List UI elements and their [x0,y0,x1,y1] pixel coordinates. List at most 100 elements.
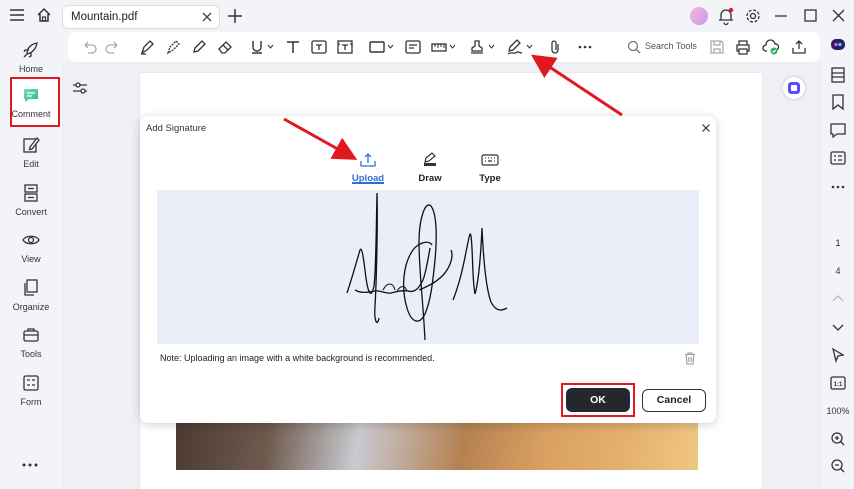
stamp-icon[interactable] [468,38,486,56]
bookmark-icon[interactable] [829,93,847,111]
mountain-photo [176,420,698,470]
underline-icon[interactable] [248,38,266,56]
new-tab-icon[interactable] [227,8,243,24]
chevron-down-icon[interactable] [449,43,456,50]
edit-icon [21,135,41,155]
right-sidebar: 1 4 1:1 100% [822,32,854,489]
sidebar-item-label: Tools [20,349,42,359]
chevron-down-icon[interactable] [829,318,847,336]
callout-icon[interactable] [336,38,354,56]
note-icon[interactable] [404,38,422,56]
toolbar: Search Tools [68,32,820,62]
close-icon[interactable] [700,122,712,134]
chevron-down-icon[interactable] [488,43,495,50]
avatar[interactable] [690,7,708,25]
search-tools-label[interactable]: Search Tools [645,41,697,51]
more-options-icon[interactable] [22,462,38,468]
add-signature-dialog: Add Signature Upload Draw Type Note: Upl… [140,116,716,423]
minimize-icon[interactable] [775,15,787,17]
tab-type[interactable]: Type [465,152,515,184]
zoom-in-icon[interactable] [829,430,847,448]
maximize-icon[interactable] [804,9,817,22]
toolbox-icon [21,325,41,345]
save-icon[interactable] [708,38,726,56]
chevron-down-icon[interactable] [526,43,533,50]
sidebar-item-edit[interactable]: Edit [6,131,56,177]
eraser-icon[interactable] [216,38,234,56]
zoom-level[interactable]: 100% [822,406,854,416]
pencil-icon[interactable] [190,38,208,56]
zoom-out-icon[interactable] [829,457,847,475]
svg-text:1:1: 1:1 [834,382,843,388]
textbox-icon[interactable] [310,38,328,56]
comment-icon [21,85,41,105]
sidebar-item-tools[interactable]: Tools [6,321,56,367]
cancel-button[interactable]: Cancel [642,389,706,412]
title-bar: Mountain.pdf [0,0,854,32]
signature-icon[interactable] [506,38,524,56]
upload-note: Note: Uploading an image with a white ba… [160,353,435,363]
rectangle-icon[interactable] [368,38,386,56]
tab-label: Type [479,173,501,184]
sidebar-item-label: Comment [11,109,51,119]
home-icon[interactable] [36,7,52,23]
settings-icon[interactable] [745,8,761,24]
sidebar-item-view[interactable]: View [6,226,56,272]
draw-icon [421,152,439,168]
bell-icon[interactable] [718,7,734,25]
chevron-down-icon[interactable] [387,43,394,50]
ai-sidebar-icon [788,82,800,94]
ai-assistant-button[interactable] [783,77,805,99]
menu-icon[interactable] [10,9,24,21]
attachment-icon[interactable] [546,38,564,56]
properties-icon[interactable] [829,149,847,167]
eye-icon [21,230,41,250]
sidebar-item-label: Organize [12,302,50,312]
sidebar-item-label: Home [18,64,43,74]
sidebar-item-home[interactable]: Home [6,36,56,82]
text-icon[interactable] [284,38,302,56]
search-icon[interactable] [625,38,643,56]
tab-draw[interactable]: Draw [405,152,455,184]
total-pages: 4 [835,266,841,276]
convert-icon [21,183,41,203]
left-sidebar: Home Comment Edit Convert View Organize … [0,32,62,489]
more-icon[interactable] [576,38,594,56]
ok-button[interactable]: OK [566,388,630,412]
chevron-up-icon[interactable] [829,290,847,308]
tab-mountain-pdf[interactable]: Mountain.pdf [62,5,220,29]
form-icon [21,373,41,393]
close-tab-icon[interactable] [201,11,213,23]
sidebar-item-comment[interactable]: Comment [6,81,56,127]
sidebar-item-form[interactable]: Form [6,369,56,415]
tab-title: Mountain.pdf [71,11,138,23]
area-highlight-icon[interactable] [164,38,182,56]
ai-robot-icon[interactable] [829,35,847,53]
signature-image [346,192,508,341]
chevron-down-icon[interactable] [267,43,274,50]
current-page-number[interactable]: 1 [822,238,854,248]
sidebar-item-label: Edit [23,159,39,169]
actual-size-icon[interactable]: 1:1 [829,374,847,392]
signature-preview-area[interactable] [157,190,699,344]
comments-panel-icon[interactable] [829,121,847,139]
share-icon[interactable] [790,38,808,56]
redo-icon[interactable] [104,38,122,56]
print-icon[interactable] [734,38,752,56]
select-cursor-icon[interactable] [829,346,847,364]
tab-upload[interactable]: Upload [343,152,393,184]
trash-icon[interactable] [683,351,697,365]
sidebar-item-label: Convert [15,207,47,217]
active-tab-indicator [352,182,384,184]
measure-icon[interactable] [430,38,448,56]
panel-icon[interactable] [829,66,847,84]
sidebar-item-convert[interactable]: Convert [6,179,56,225]
cloud-sync-icon[interactable] [762,38,780,56]
filter-settings-icon[interactable] [69,77,91,99]
highlighter-icon[interactable] [138,38,156,56]
sidebar-item-organize[interactable]: Organize [6,274,56,320]
undo-icon[interactable] [80,38,98,56]
upload-icon [359,152,377,168]
close-window-icon[interactable] [832,9,845,22]
more-options-icon[interactable] [829,178,847,196]
